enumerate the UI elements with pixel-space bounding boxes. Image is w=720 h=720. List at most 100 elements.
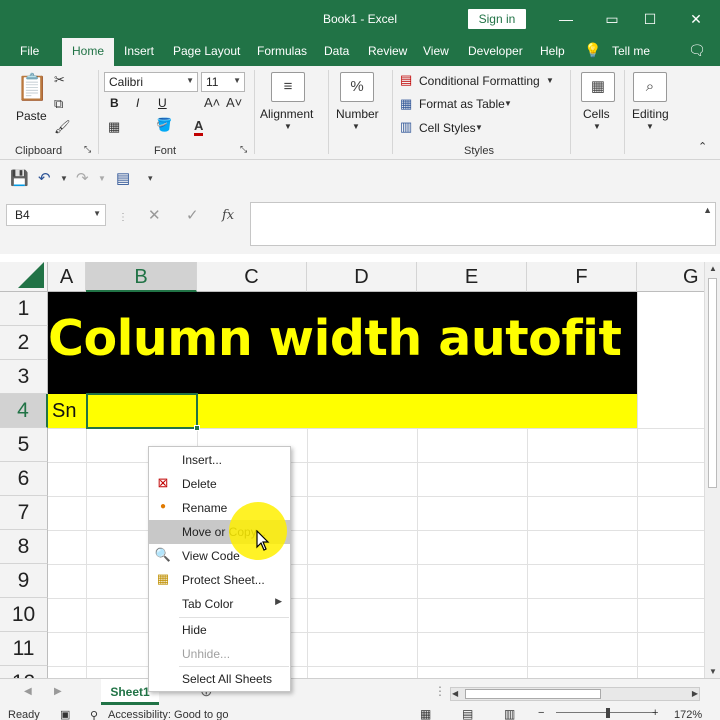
tab-data[interactable]: Data	[324, 44, 349, 58]
cell-styles-icon[interactable]: ▥	[400, 119, 412, 135]
editing-search-icon[interactable]: ⌕	[633, 72, 667, 102]
form-icon[interactable]: ▤	[116, 169, 130, 187]
column-header-c[interactable]: C	[197, 262, 307, 292]
zoom-slider-thumb[interactable]	[606, 708, 610, 718]
alignment-icon[interactable]: ≡	[271, 72, 305, 102]
column-header-g[interactable]: G	[637, 262, 704, 292]
undo-icon[interactable]: ↶	[38, 169, 51, 187]
conditional-formatting-button[interactable]: Conditional Formatting	[419, 74, 540, 88]
customize-toolbar-icon[interactable]: ▾	[148, 173, 153, 184]
row-header-10[interactable]: 10	[0, 598, 48, 632]
number-format-icon[interactable]: %	[340, 72, 374, 102]
zoom-out-icon[interactable]: −	[538, 707, 544, 719]
format-as-table-icon[interactable]: ▦	[400, 96, 412, 112]
cell-a4[interactable]: Sn	[52, 400, 76, 423]
cells-button[interactable]: Cells	[583, 107, 610, 121]
scroll-down-icon[interactable]: ▼	[705, 667, 720, 676]
underline-button[interactable]: U	[158, 96, 167, 110]
scroll-up-icon[interactable]: ▲	[705, 264, 720, 273]
redo-icon[interactable]: ↷	[76, 169, 89, 187]
horizontal-scrollbar[interactable]: ◀ ▶	[450, 687, 700, 701]
horizontal-scroll-thumb[interactable]	[465, 689, 601, 699]
row-header-12[interactable]: 12	[0, 666, 48, 678]
row-header-6[interactable]: 6	[0, 462, 48, 496]
row-header-3[interactable]: 3	[0, 360, 48, 394]
name-box[interactable]: B4 ▼	[6, 204, 106, 226]
ribbon-display-options-icon[interactable]: ▭	[600, 8, 624, 30]
accessibility-status[interactable]: Accessibility: Good to go	[108, 709, 228, 720]
number-button[interactable]: Number	[336, 107, 379, 121]
conditional-formatting-icon[interactable]: ▤	[400, 72, 412, 88]
tab-insert[interactable]: Insert	[124, 44, 154, 58]
borders-icon[interactable]: ▦	[108, 119, 120, 135]
sign-in-button[interactable]: Sign in	[468, 9, 526, 29]
worksheet-grid[interactable]: A B C D E F G 1 2 3 4 5 6 7 8 9 10 11 12…	[0, 262, 704, 678]
prev-sheet-icon[interactable]: ◀	[24, 686, 32, 697]
editing-button[interactable]: Editing	[632, 107, 669, 121]
cancel-entry-icon[interactable]: ✕	[148, 206, 161, 224]
expand-formula-icon[interactable]: ▲	[703, 205, 712, 215]
tab-developer[interactable]: Developer	[468, 44, 523, 58]
tab-help[interactable]: Help	[540, 44, 565, 58]
row-header-8[interactable]: 8	[0, 530, 48, 564]
row-header-9[interactable]: 9	[0, 564, 48, 598]
next-sheet-icon[interactable]: ▶	[54, 686, 62, 697]
bold-button[interactable]: B	[110, 96, 119, 110]
column-header-a[interactable]: A	[48, 262, 86, 292]
cut-icon[interactable]: ✂	[54, 72, 65, 88]
column-header-e[interactable]: E	[417, 262, 527, 292]
menu-item-protect-sheet[interactable]: ▦ Protect Sheet...	[149, 568, 290, 592]
dialog-launcher-icon[interactable]: ⤡	[240, 144, 247, 155]
chevron-down-icon[interactable]: ▼	[60, 174, 68, 183]
menu-item-tab-color[interactable]: Tab Color ▶	[149, 592, 290, 616]
comments-icon[interactable]: 🗨	[688, 42, 706, 59]
zoom-level[interactable]: 172%	[674, 709, 702, 720]
page-layout-view-icon[interactable]: ▤	[462, 707, 473, 720]
fill-color-icon[interactable]: 🪣	[156, 117, 172, 133]
menu-item-delete[interactable]: ⊠ Delete	[149, 472, 290, 496]
normal-view-icon[interactable]: ▦	[420, 707, 431, 720]
tab-split-handle-icon[interactable]: ⋮	[434, 684, 446, 698]
column-header-f[interactable]: F	[527, 262, 637, 292]
decrease-font-icon[interactable]: A˅	[226, 95, 242, 110]
font-size-combo[interactable]: 11 ▼	[201, 72, 245, 92]
tab-view[interactable]: View	[423, 44, 449, 58]
italic-button[interactable]: I	[136, 96, 139, 110]
menu-item-insert[interactable]: Insert...	[149, 448, 290, 472]
tab-file[interactable]: File	[20, 44, 39, 58]
save-icon[interactable]: 💾	[10, 169, 29, 187]
column-header-d[interactable]: D	[307, 262, 417, 292]
tab-review[interactable]: Review	[368, 44, 407, 58]
close-button[interactable]: ✕	[684, 8, 708, 30]
cells-icon[interactable]: ▦	[581, 72, 615, 102]
scroll-right-icon[interactable]: ▶	[692, 689, 698, 698]
format-as-table-button[interactable]: Format as Table	[419, 97, 505, 111]
accessibility-icon[interactable]: ⚲	[90, 709, 98, 720]
format-painter-icon[interactable]: 🖌	[54, 119, 71, 135]
tab-home[interactable]: Home	[62, 38, 115, 66]
paste-icon[interactable]: 📋	[16, 72, 48, 103]
increase-font-icon[interactable]: A˄	[204, 95, 220, 110]
active-cell-b4[interactable]	[86, 393, 198, 429]
dialog-launcher-icon[interactable]: ⤡	[84, 144, 91, 155]
tell-me-search[interactable]: Tell me	[612, 44, 650, 58]
merged-title-cells[interactable]: Column width autofit	[48, 292, 637, 394]
row-header-2[interactable]: 2	[0, 326, 48, 360]
tab-formulas[interactable]: Formulas	[257, 44, 307, 58]
column-header-b[interactable]: B	[86, 262, 197, 292]
row-header-11[interactable]: 11	[0, 632, 48, 666]
font-color-icon[interactable]: A	[194, 118, 204, 136]
menu-item-select-all-sheets[interactable]: Select All Sheets	[149, 667, 290, 691]
font-name-combo[interactable]: Calibri ▼	[104, 72, 198, 92]
copy-icon[interactable]: ⧉	[54, 96, 63, 112]
macro-record-icon[interactable]: ▣	[60, 708, 70, 720]
vertical-scrollbar[interactable]: ▲ ▼	[704, 262, 720, 678]
minimize-button[interactable]: —	[554, 8, 578, 30]
row-header-7[interactable]: 7	[0, 496, 48, 530]
paste-label[interactable]: Paste	[16, 109, 47, 123]
row-header-5[interactable]: 5	[0, 428, 48, 462]
restore-button[interactable]: ☐	[638, 8, 662, 30]
zoom-in-icon[interactable]: +	[652, 707, 658, 719]
row-header-1[interactable]: 1	[0, 292, 48, 326]
collapse-ribbon-icon[interactable]: ⌃	[698, 140, 707, 153]
